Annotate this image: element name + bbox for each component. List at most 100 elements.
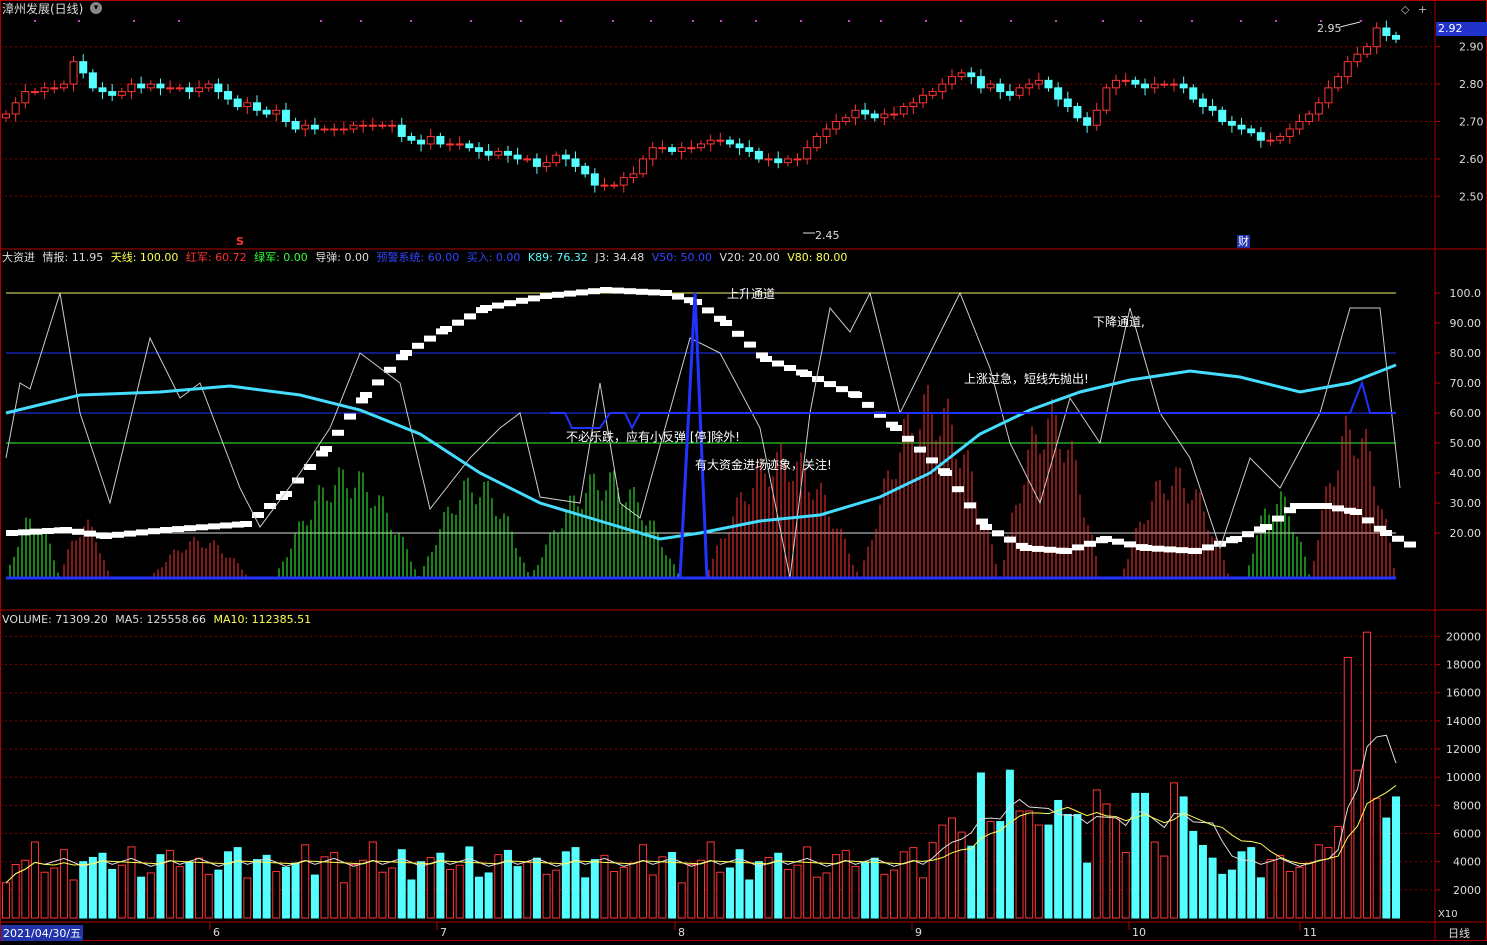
candle-body (69, 61, 78, 85)
white-block (1290, 503, 1302, 509)
candle-body (697, 143, 705, 149)
volume-bar (426, 856, 435, 919)
indicator-value-7: 买入: 0.00 (466, 251, 524, 264)
volume-bar (610, 871, 619, 919)
candle-body (513, 154, 522, 160)
event-dot (1191, 20, 1193, 22)
indicator-value-6: 预警系统: 60.00 (376, 251, 463, 264)
volume-bar (697, 859, 705, 919)
volume-bar (947, 817, 956, 919)
volume-bar (957, 831, 966, 919)
white-block (452, 319, 464, 326)
volume-value-1: MA5: 125558.66 (115, 613, 210, 626)
stock-title: 漳州发展(日线) (2, 2, 84, 16)
candle-body (88, 72, 97, 89)
price-axis-label: 2.80 (1459, 78, 1484, 91)
candle-body (590, 173, 599, 186)
volume-header: VOLUME: 71309.20 MA5: 125558.66 MA10: 11… (2, 613, 315, 626)
candle-body (1295, 121, 1304, 130)
candle-body (571, 158, 580, 167)
candle-body (166, 87, 175, 90)
volume-bar (262, 854, 271, 919)
volume-bar (967, 845, 976, 919)
diamond-icon[interactable]: ◇ (1401, 3, 1409, 16)
white-block (1362, 517, 1374, 524)
candle-body (1015, 87, 1024, 96)
candle-body (542, 162, 551, 167)
volume-bar (1112, 817, 1121, 919)
event-dot (650, 20, 652, 22)
event-dot (34, 20, 36, 22)
indicator-value-0: 大资进 (2, 251, 39, 264)
chevron-down-icon[interactable]: ▾ (90, 2, 102, 14)
event-dot (520, 20, 522, 22)
candle-body (899, 106, 908, 115)
period-label[interactable]: 日线 (1448, 925, 1470, 941)
volume-bar (281, 866, 290, 919)
indicator-value-8: K89: 76.32 (527, 251, 592, 264)
candle-body (677, 147, 686, 152)
white-block (914, 446, 926, 453)
indicator-header: 大资进 情报: 11.95 天线: 100.00 红军: 60.72 绿军: 0… (2, 251, 851, 264)
volume-bar (339, 882, 348, 919)
candle-body (98, 87, 107, 93)
event-dot (848, 20, 850, 22)
white-block (1214, 540, 1226, 547)
up-channel-label: 上升通道 (727, 287, 776, 301)
volume-bar (1353, 769, 1362, 919)
white-block (636, 288, 648, 295)
volume-bar (976, 772, 985, 919)
white-block (744, 341, 756, 348)
volume-bar (677, 882, 686, 919)
volume-bar (909, 847, 918, 919)
candle-body (1025, 83, 1034, 89)
volume-bar (861, 861, 870, 919)
volume-bar (880, 873, 889, 919)
volume-bar (996, 821, 1005, 919)
candle-body (262, 109, 271, 115)
white-block (850, 392, 862, 398)
candle-body (928, 91, 937, 96)
candle-body (957, 72, 966, 78)
candle-body (706, 139, 715, 145)
candle-body (909, 102, 918, 108)
volume-bar (600, 854, 609, 919)
volume-bar (127, 846, 136, 919)
volume-bar (1285, 871, 1294, 919)
volume-bar (1198, 844, 1207, 919)
candle-body (561, 154, 570, 160)
candle-body (175, 87, 184, 90)
kline-chart: 2.90 2.80 2.70 2.60 2.50 100.0 90.00 80.00 70.00… (0, 0, 1487, 941)
volume-bar (243, 877, 252, 919)
volume-bar (436, 852, 445, 919)
candle-body (1160, 83, 1169, 86)
candle-body (851, 109, 860, 119)
volume-bar (1363, 631, 1372, 919)
s-marker: S (236, 235, 244, 248)
candle-body (523, 158, 532, 161)
plus-icon[interactable]: + (1418, 3, 1427, 16)
event-dot (1140, 20, 1142, 22)
candle-body (1285, 128, 1294, 137)
candle-body (1083, 117, 1092, 126)
white-block (492, 302, 504, 309)
white-block (1404, 541, 1416, 548)
white-block (196, 524, 208, 531)
volume-bar (368, 841, 377, 919)
volume-bar (725, 867, 734, 919)
volume-bar (1169, 782, 1178, 919)
candle-body (388, 124, 397, 127)
candle-body (754, 150, 763, 160)
volume-bar (388, 867, 397, 919)
volume-bar (1189, 830, 1198, 919)
white-block (576, 289, 588, 296)
white-block (1060, 548, 1072, 554)
indicator-value-3: 红军: 60.72 (185, 251, 251, 264)
candle-body (1063, 98, 1072, 108)
candle-body (764, 158, 773, 161)
event-dot (880, 20, 882, 22)
event-dot (410, 20, 412, 22)
candle-body (1227, 121, 1236, 126)
candle-body (658, 147, 667, 150)
candle-body (996, 83, 1005, 93)
